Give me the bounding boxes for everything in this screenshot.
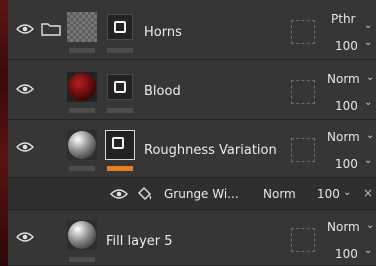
mask-underline bbox=[107, 108, 133, 113]
viewport-edge bbox=[0, 0, 8, 266]
chevron-down-icon[interactable]: ⌄ bbox=[366, 130, 374, 141]
effect-row-grunge[interactable]: Grunge Wi... Norm 100 ⌄ × bbox=[8, 178, 376, 210]
thumbnail-underline bbox=[69, 108, 95, 113]
folder-icon[interactable] bbox=[41, 22, 61, 36]
blend-mode-dropdown[interactable]: Norm bbox=[263, 187, 296, 201]
eye-icon[interactable] bbox=[110, 188, 128, 200]
effect-name[interactable]: Grunge Wi... bbox=[164, 187, 239, 201]
layer-color-swatch[interactable] bbox=[291, 80, 315, 104]
opacity-value[interactable]: 100 bbox=[317, 187, 340, 201]
thumbnail-underline bbox=[69, 48, 95, 53]
layer-thumbnail[interactable] bbox=[67, 72, 97, 102]
layer-row-roughness-variation[interactable]: Roughness Variation Norm ⌄ 100 ⌄ bbox=[8, 120, 376, 178]
layer-thumbnail[interactable] bbox=[67, 220, 97, 250]
eye-icon[interactable] bbox=[16, 23, 34, 35]
layer-row-fill-layer-5[interactable]: Fill layer 5 Norm ⌄ 100 ⌄ bbox=[8, 210, 376, 266]
layer-name[interactable]: Blood bbox=[144, 84, 181, 99]
chevron-down-icon[interactable]: ⌄ bbox=[364, 97, 372, 108]
layer-color-swatch[interactable] bbox=[291, 20, 315, 44]
layer-name[interactable]: Horns bbox=[144, 25, 182, 40]
close-icon[interactable]: × bbox=[363, 186, 373, 200]
thumbnail-underline bbox=[69, 257, 95, 262]
layer-row-blood[interactable]: Blood Norm ⌄ 100 ⌄ bbox=[8, 60, 376, 120]
layer-stack-panel: Horns Pthr ⌄ 100 ⌄ Blood Norm ⌄ 100 ⌄ Ro… bbox=[0, 0, 376, 266]
mask-icon[interactable] bbox=[107, 14, 133, 40]
chevron-down-icon[interactable]: ⌄ bbox=[343, 187, 351, 198]
chevron-down-icon[interactable]: ⌄ bbox=[364, 245, 372, 256]
layer-name[interactable]: Roughness Variation bbox=[144, 143, 277, 158]
mask-icon[interactable] bbox=[107, 74, 133, 100]
chevron-down-icon[interactable]: ⌄ bbox=[366, 72, 374, 83]
thumbnail-underline bbox=[69, 166, 95, 171]
mask-underline bbox=[107, 48, 133, 53]
opacity-value[interactable]: 100 bbox=[335, 157, 358, 171]
layer-name[interactable]: Fill layer 5 bbox=[106, 234, 173, 249]
chevron-down-icon[interactable]: ⌄ bbox=[366, 220, 374, 231]
chevron-down-icon[interactable]: ⌄ bbox=[364, 37, 372, 48]
fill-bucket-icon bbox=[138, 187, 152, 200]
blend-mode-dropdown[interactable]: Norm bbox=[327, 130, 360, 144]
blend-mode-dropdown[interactable]: Pthr bbox=[331, 12, 355, 26]
layer-thumbnail[interactable] bbox=[67, 12, 97, 42]
blend-mode-dropdown[interactable]: Norm bbox=[327, 72, 360, 86]
eye-icon[interactable] bbox=[16, 231, 34, 243]
eye-icon[interactable] bbox=[16, 83, 34, 95]
opacity-value[interactable]: 100 bbox=[335, 99, 358, 113]
mask-icon[interactable] bbox=[105, 130, 135, 160]
opacity-value[interactable]: 100 bbox=[335, 247, 358, 261]
chevron-down-icon[interactable]: ⌄ bbox=[364, 155, 372, 166]
opacity-value[interactable]: 100 bbox=[335, 39, 358, 53]
layer-color-swatch[interactable] bbox=[291, 228, 315, 252]
chevron-down-icon[interactable]: ⌄ bbox=[364, 20, 372, 31]
blend-mode-dropdown[interactable]: Norm bbox=[327, 220, 360, 234]
eye-icon[interactable] bbox=[16, 141, 34, 153]
layer-row-horns[interactable]: Horns Pthr ⌄ 100 ⌄ bbox=[8, 0, 376, 60]
layer-thumbnail[interactable] bbox=[67, 130, 97, 160]
layer-color-swatch[interactable] bbox=[291, 138, 315, 162]
mask-selected-indicator bbox=[107, 166, 133, 171]
